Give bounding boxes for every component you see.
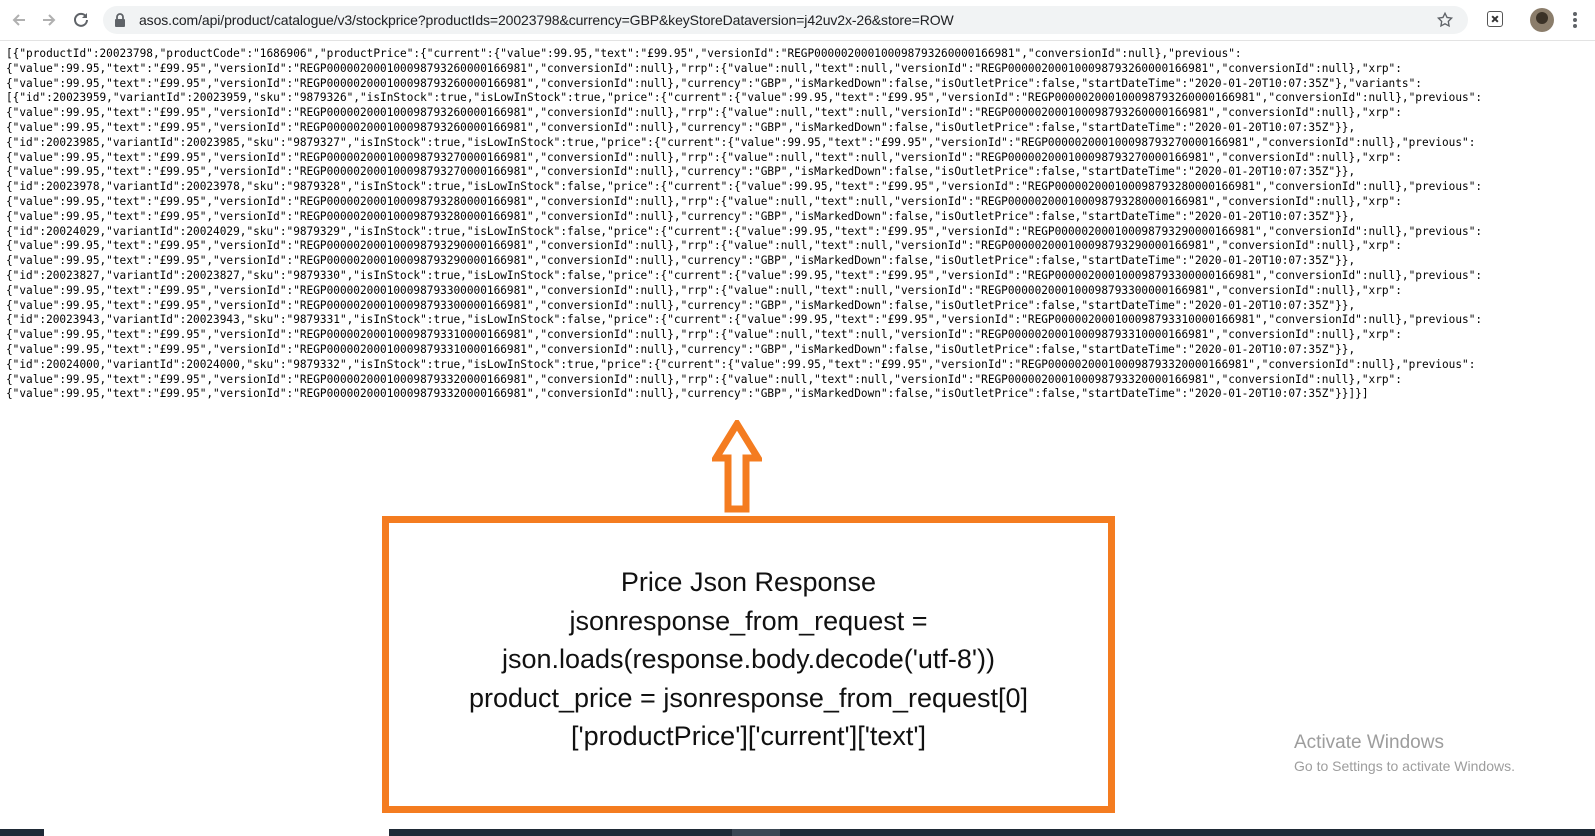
json-line: {"value":99.95,"text":"£99.95","versionI… (6, 328, 1402, 342)
watermark-title: Activate Windows (1294, 732, 1444, 753)
callout-line: json.loads(response.body.decode('utf-8')… (501, 644, 996, 674)
json-line: {"value":99.95,"text":"£99.95","versionI… (6, 254, 1356, 268)
star-icon[interactable] (1436, 11, 1454, 29)
extension-icon[interactable] (1487, 11, 1503, 27)
windows-activation-watermark: Activate Windows Go to Settings to activ… (1294, 732, 1515, 774)
json-line: {"value":99.95,"text":"£99.95","versionI… (6, 194, 1402, 208)
arrow-left-icon (12, 14, 25, 26)
json-line: {"value":99.95,"text":"£99.95","versionI… (6, 61, 1402, 75)
callout-line: product_price = jsonresponse_from_reques… (468, 682, 1029, 713)
json-line: {"id":20023943,"variantId":20023943,"sku… (6, 313, 1483, 327)
callout-title: Price Json Response (620, 567, 877, 597)
forward-button[interactable] (38, 9, 60, 31)
browser-toolbar: asos.com/api/product/catalogue/v3/stockp… (0, 0, 1595, 41)
json-line: {"value":99.95,"text":"£99.95","versionI… (6, 342, 1356, 356)
json-line: {"value":99.95,"text":"£99.95","versionI… (6, 387, 1369, 401)
taskbar-search[interactable] (44, 829, 389, 836)
lock-icon (115, 13, 125, 27)
json-line: {"id":20023978,"variantId":20023978,"sku… (6, 180, 1483, 194)
json-line: {"value":99.95,"text":"£99.95","versionI… (6, 372, 1402, 386)
more-vert-icon[interactable] (1573, 12, 1577, 30)
json-line: {"id":20023827,"variantId":20023827,"sku… (6, 268, 1483, 282)
json-line: {"value":99.95,"text":"£99.95","versionI… (6, 76, 1422, 90)
reload-button[interactable] (70, 9, 92, 31)
json-line: {"value":99.95,"text":"£99.95","versionI… (6, 239, 1402, 253)
arrow-right-icon (43, 14, 56, 26)
callout-line: jsonresponse_from_request = (569, 605, 928, 636)
json-line: {"id":20024000,"variantId":20024000,"sku… (6, 357, 1476, 371)
address-bar[interactable]: asos.com/api/product/catalogue/v3/stockp… (103, 6, 1468, 34)
json-line: {"id":20024029,"variantId":20024029,"sku… (6, 224, 1483, 238)
json-line: {"value":99.95,"text":"£99.95","versionI… (6, 283, 1402, 297)
json-line: {"value":99.95,"text":"£99.95","versionI… (6, 150, 1402, 164)
json-response-body: [{"productId":20023798,"productCode":"16… (6, 47, 1591, 402)
json-line: [{"productId":20023798,"productCode":"16… (6, 47, 1242, 60)
json-line: {"value":99.95,"text":"£99.95","versionI… (6, 165, 1356, 179)
avatar[interactable] (1530, 8, 1554, 32)
watermark-subtitle: Go to Settings to activate Windows. (1294, 758, 1515, 774)
json-line: {"value":99.95,"text":"£99.95","versionI… (6, 120, 1356, 134)
reload-icon (74, 12, 88, 27)
back-button[interactable] (8, 9, 30, 31)
json-line: {"id":20023985,"variantId":20023985,"sku… (6, 135, 1476, 149)
json-line: {"value":99.95,"text":"£99.95","versionI… (6, 106, 1402, 120)
arrow-up-icon (712, 420, 762, 513)
annotation-callout: Price Json Response jsonresponse_from_re… (382, 516, 1115, 813)
json-line: {"value":99.95,"text":"£99.95","versionI… (6, 209, 1356, 223)
callout-line: ['productPrice']['current']['text'] (570, 721, 927, 751)
url-text[interactable]: asos.com/api/product/catalogue/v3/stockp… (139, 12, 954, 28)
json-line: [{"id":20023959,"variantId":20023959,"sk… (6, 91, 1483, 105)
taskbar (0, 829, 1595, 836)
json-line: {"value":99.95,"text":"£99.95","versionI… (6, 298, 1356, 312)
taskbar-app[interactable] (732, 829, 780, 836)
